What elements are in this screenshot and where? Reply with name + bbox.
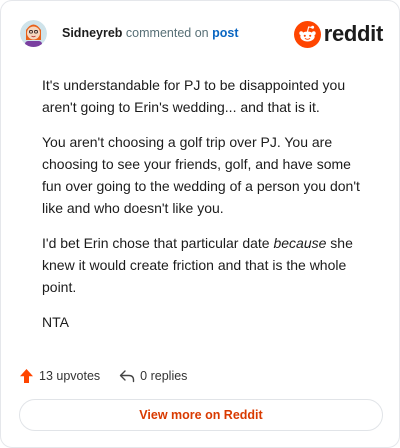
- post-link[interactable]: post: [212, 26, 238, 40]
- username-link[interactable]: Sidneyreb: [62, 26, 122, 40]
- reply-arrow-icon: [119, 370, 135, 383]
- comment-footer: 13 upvotes 0 replies: [19, 365, 187, 387]
- upvote-count: 13 upvotes: [39, 369, 101, 383]
- comment-paragraph: I'd bet Erin chose that particular date …: [42, 232, 364, 298]
- comment-header: Sidneyreb commented on post reddit: [20, 20, 383, 48]
- reddit-wordmark: reddit: [323, 21, 384, 46]
- comment-body: It's understandable for PJ to be disappo…: [42, 74, 364, 346]
- view-more-button[interactable]: View more on Reddit: [19, 399, 383, 431]
- comment-paragraph: It's understandable for PJ to be disappo…: [42, 77, 346, 115]
- user-avatar[interactable]: [20, 20, 47, 47]
- emphasis-text: because: [273, 235, 327, 251]
- reply-count: 0 replies: [140, 369, 188, 383]
- avatar-icon: [20, 20, 47, 47]
- upvote-arrow-icon: [20, 369, 33, 383]
- reddit-brand[interactable]: reddit: [293, 20, 384, 48]
- action-text: commented on: [125, 26, 209, 40]
- paragraph-text: I'd bet Erin chose that particular date: [42, 235, 274, 251]
- reddit-snoo-icon: [293, 20, 321, 48]
- comment-paragraph: You aren't choosing a golf trip over PJ.…: [42, 134, 360, 216]
- replies-button[interactable]: 0 replies: [119, 369, 187, 383]
- comment-paragraph: NTA: [42, 314, 69, 330]
- upvotes-button[interactable]: 13 upvotes: [19, 368, 100, 384]
- reddit-comment-embed: Sidneyreb commented on post reddit It's …: [0, 0, 400, 448]
- comment-meta: Sidneyreb commented on post: [62, 25, 238, 41]
